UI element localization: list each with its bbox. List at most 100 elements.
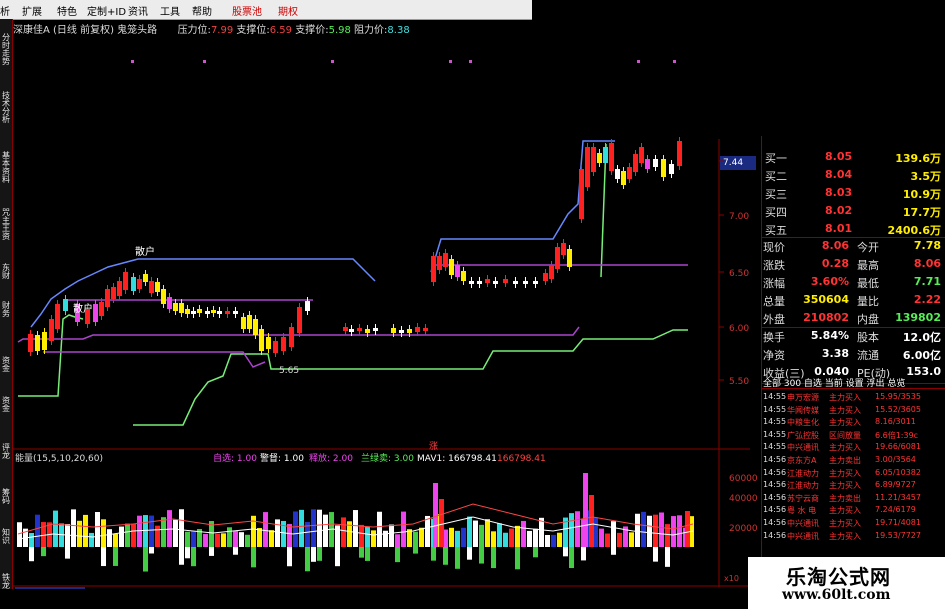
volume-bar	[419, 527, 424, 547]
tick-value: 6.05/10382	[875, 467, 921, 477]
tick-stock: 中兴通讯	[787, 531, 819, 541]
menu-item[interactable]: 工具	[160, 3, 180, 18]
volume-bar-below	[533, 547, 538, 558]
volume-bar	[605, 533, 610, 547]
candle	[155, 282, 160, 292]
volume-bar	[455, 530, 460, 547]
volume-bar	[101, 519, 106, 547]
menu-item[interactable]: 资讯	[128, 3, 148, 18]
candle	[357, 328, 362, 331]
volume-bar	[263, 512, 268, 547]
stat-value: 350604	[803, 293, 849, 306]
volume-bar	[113, 533, 118, 547]
volume-bar	[575, 511, 580, 547]
menu-item[interactable]: 帮助	[192, 3, 212, 18]
sidebar-tab[interactable]: 筹码	[0, 489, 12, 505]
vol-legend-zixuan: 自选: 1.00	[213, 452, 257, 464]
volume-bar	[53, 510, 58, 547]
menu-item[interactable]: 股票池	[232, 3, 262, 18]
tick-time: 14:56	[763, 530, 787, 540]
menu-item[interactable]: 定制+ID	[87, 3, 126, 18]
tick-action: 主力买入	[829, 468, 861, 478]
zhang-label: 涨	[429, 441, 438, 452]
volume-bar	[335, 525, 340, 547]
candle	[597, 153, 602, 163]
volume-bar	[599, 528, 604, 547]
watermark-title: 乐淘公式网	[786, 565, 891, 589]
volume-bar	[275, 519, 280, 547]
volume-bar-below	[515, 547, 520, 570]
sidebar-tab[interactable]: 评龙	[0, 444, 12, 460]
tick-time: 14:55	[763, 429, 787, 439]
tick-time: 14:56	[763, 455, 787, 464]
candle	[627, 167, 632, 179]
menu-item[interactable]: 期权	[278, 3, 298, 18]
tick-action: 主力买入	[829, 481, 861, 491]
stat-value-2: 8.06	[913, 257, 941, 270]
tick-time: 14:56	[763, 492, 787, 502]
sidebar-tab[interactable]: 知识	[0, 529, 12, 545]
volume-bar	[107, 529, 112, 547]
sidebar-tab[interactable]: 东财	[0, 264, 12, 280]
volume-bar	[143, 515, 148, 547]
sidebar-tab[interactable]: 资金	[0, 357, 12, 373]
tick-time: 14:56	[763, 480, 787, 490]
candle	[99, 302, 104, 316]
candle	[639, 147, 644, 163]
volume-bar	[323, 514, 328, 547]
price-axis-label: 6.50	[729, 269, 749, 279]
candle	[123, 272, 128, 290]
tick-time: 14:55	[763, 442, 787, 452]
tick-time: 14:55	[763, 392, 787, 401]
volume-bar	[521, 520, 526, 547]
price-axis-label: 5.50	[729, 377, 749, 387]
menu-item[interactable]: 特色	[57, 3, 77, 18]
volume-bar	[89, 532, 94, 547]
volume-bar-below	[191, 547, 196, 567]
volume-bar-below	[563, 547, 568, 557]
volume-bar	[509, 528, 514, 547]
price-axis-label: 7.44	[723, 158, 743, 168]
menu-item[interactable]: 扩展	[22, 3, 42, 18]
candle	[305, 301, 310, 311]
quote-panel-border	[761, 136, 762, 599]
vol-legend-shifang: 释放: 2.00	[309, 452, 353, 464]
sidebar-tab[interactable]: 技术分析	[0, 92, 12, 124]
sidebar-tab[interactable]: 资金	[0, 397, 12, 413]
stat-label-2: 最低	[857, 277, 879, 290]
sidebar-tab[interactable]: 基本资料	[0, 152, 12, 184]
sidebar-tab[interactable]: 铁龙	[0, 574, 12, 590]
tick-value: 19.53/7727	[875, 530, 921, 540]
candle	[485, 279, 490, 283]
candle	[645, 159, 650, 169]
volume-bar	[671, 516, 676, 547]
volume-bar	[341, 517, 346, 547]
tick-value: 7.24/6179	[875, 505, 916, 515]
candle	[28, 334, 33, 352]
volume-bar-below	[41, 547, 46, 557]
volume-bar	[215, 533, 220, 547]
volume-bar	[35, 514, 40, 547]
candle	[233, 311, 238, 314]
volume-bar	[491, 531, 496, 547]
stat-label-2: 内盘	[857, 313, 879, 326]
candle	[241, 317, 246, 329]
volume-bar-below	[365, 547, 370, 561]
kline-chart[interactable]: 7.447.006.506.005.50散户散户5.65涨能量(15,5,10,…	[13, 19, 763, 589]
candle	[533, 281, 538, 284]
sidebar-tab[interactable]: 咒主王资	[0, 209, 12, 241]
volume-bar-tall	[589, 495, 594, 547]
volume-bar	[203, 534, 208, 547]
sidebar-tab[interactable]: 分时走势	[0, 34, 12, 66]
tick-action: 主力买入	[829, 443, 861, 453]
volume-bar	[479, 524, 484, 547]
tick-value: 6.6倍1:39c	[875, 430, 919, 440]
sidebar-tab[interactable]: 财务	[0, 302, 12, 318]
volume-bar-below	[413, 547, 418, 554]
volume-bar	[359, 524, 364, 547]
volume-bar	[569, 513, 574, 547]
volume-bar-below	[611, 547, 616, 555]
menu-item[interactable]: 析	[0, 3, 10, 18]
tick-value: 3.00/3564	[875, 455, 916, 464]
top-marker	[203, 60, 206, 63]
